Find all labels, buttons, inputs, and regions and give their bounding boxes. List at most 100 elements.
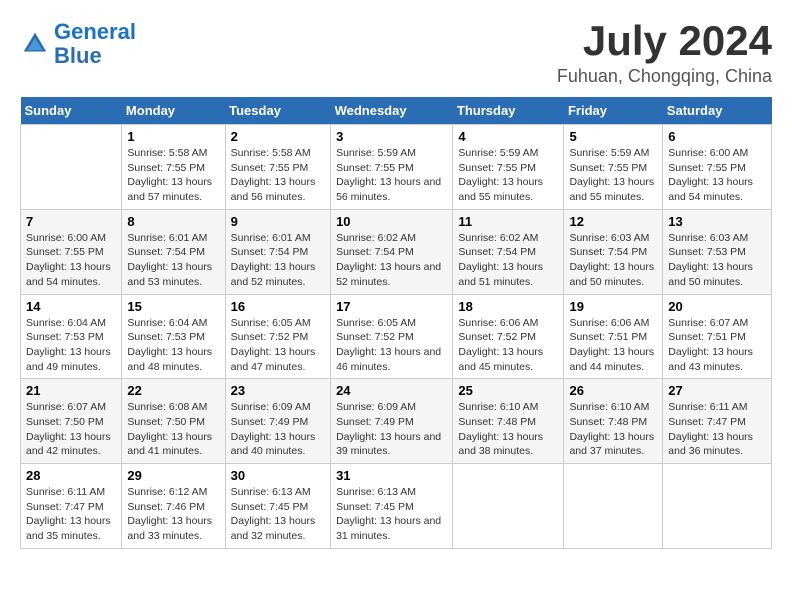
calendar-cell	[21, 125, 122, 210]
calendar-cell: 16 Sunrise: 6:05 AM Sunset: 7:52 PM Dayli…	[225, 294, 330, 379]
calendar-cell: 7 Sunrise: 6:00 AM Sunset: 7:55 PM Daylig…	[21, 209, 122, 294]
day-number: 13	[668, 214, 766, 229]
day-number: 22	[127, 383, 219, 398]
day-info: Sunrise: 6:09 AM Sunset: 7:49 PM Dayligh…	[231, 400, 325, 459]
location: Fuhuan, Chongqing, China	[557, 66, 772, 87]
day-info: Sunrise: 6:11 AM Sunset: 7:47 PM Dayligh…	[668, 400, 766, 459]
calendar-cell: 3 Sunrise: 5:59 AM Sunset: 7:55 PM Daylig…	[331, 125, 453, 210]
day-info: Sunrise: 6:10 AM Sunset: 7:48 PM Dayligh…	[458, 400, 558, 459]
calendar-cell: 13 Sunrise: 6:03 AM Sunset: 7:53 PM Dayli…	[663, 209, 772, 294]
calendar-table: SundayMondayTuesdayWednesdayThursdayFrid…	[20, 97, 772, 549]
week-row-1: 1Sunrise: 5:58 AM Sunset: 7:55 PM Daylig…	[21, 125, 772, 210]
day-number: 26	[569, 383, 657, 398]
day-number: 5	[569, 129, 657, 144]
calendar-cell: 26 Sunrise: 6:10 AM Sunset: 7:48 PM Dayli…	[564, 379, 663, 464]
day-number: 9	[231, 214, 325, 229]
week-row-3: 14 Sunrise: 6:04 AM Sunset: 7:53 PM Dayli…	[21, 294, 772, 379]
day-info: Sunrise: 6:08 AM Sunset: 7:50 PM Dayligh…	[127, 400, 219, 459]
day-number: 12	[569, 214, 657, 229]
calendar-cell: 24 Sunrise: 6:09 AM Sunset: 7:49 PM Dayli…	[331, 379, 453, 464]
calendar-cell: 12 Sunrise: 6:03 AM Sunset: 7:54 PM Dayli…	[564, 209, 663, 294]
day-number: 2	[231, 129, 325, 144]
day-number: 14	[26, 299, 116, 314]
calendar-cell	[663, 464, 772, 549]
day-info: Sunrise: 6:07 AM Sunset: 7:51 PM Dayligh…	[668, 316, 766, 375]
day-info: Sunrise: 6:00 AM Sunset: 7:55 PM Dayligh…	[668, 146, 766, 205]
day-number: 7	[26, 214, 116, 229]
calendar-cell: 21 Sunrise: 6:07 AM Sunset: 7:50 PM Dayli…	[21, 379, 122, 464]
day-number: 17	[336, 299, 447, 314]
header-friday: Friday	[564, 97, 663, 125]
day-info: Sunrise: 6:01 AM Sunset: 7:54 PM Dayligh…	[231, 231, 325, 290]
header-monday: Monday	[122, 97, 225, 125]
calendar-cell: 30Sunrise: 6:13 AM Sunset: 7:45 PM Dayli…	[225, 464, 330, 549]
day-number: 21	[26, 383, 116, 398]
calendar-cell: 11 Sunrise: 6:02 AM Sunset: 7:54 PM Dayli…	[453, 209, 564, 294]
day-number: 20	[668, 299, 766, 314]
day-info: Sunrise: 6:04 AM Sunset: 7:53 PM Dayligh…	[127, 316, 219, 375]
day-info: Sunrise: 6:01 AM Sunset: 7:54 PM Dayligh…	[127, 231, 219, 290]
day-info: Sunrise: 6:07 AM Sunset: 7:50 PM Dayligh…	[26, 400, 116, 459]
day-info: Sunrise: 6:06 AM Sunset: 7:52 PM Dayligh…	[458, 316, 558, 375]
calendar-cell: 20 Sunrise: 6:07 AM Sunset: 7:51 PM Dayli…	[663, 294, 772, 379]
day-info: Sunrise: 6:02 AM Sunset: 7:54 PM Dayligh…	[458, 231, 558, 290]
day-number: 18	[458, 299, 558, 314]
day-number: 4	[458, 129, 558, 144]
day-number: 28	[26, 468, 116, 483]
calendar-cell: 19Sunrise: 6:06 AM Sunset: 7:51 PM Dayli…	[564, 294, 663, 379]
calendar-cell: 4Sunrise: 5:59 AM Sunset: 7:55 PM Daylig…	[453, 125, 564, 210]
day-info: Sunrise: 5:58 AM Sunset: 7:55 PM Dayligh…	[231, 146, 325, 205]
day-number: 15	[127, 299, 219, 314]
day-info: Sunrise: 6:06 AM Sunset: 7:51 PM Dayligh…	[569, 316, 657, 375]
day-number: 3	[336, 129, 447, 144]
calendar-cell: 1Sunrise: 5:58 AM Sunset: 7:55 PM Daylig…	[122, 125, 225, 210]
day-info: Sunrise: 6:04 AM Sunset: 7:53 PM Dayligh…	[26, 316, 116, 375]
logo: General Blue	[20, 20, 136, 68]
day-info: Sunrise: 6:09 AM Sunset: 7:49 PM Dayligh…	[336, 400, 447, 459]
logo-icon	[20, 29, 50, 59]
calendar-cell: 31Sunrise: 6:13 AM Sunset: 7:45 PM Dayli…	[331, 464, 453, 549]
day-info: Sunrise: 6:10 AM Sunset: 7:48 PM Dayligh…	[569, 400, 657, 459]
calendar-cell: 28 Sunrise: 6:11 AM Sunset: 7:47 PM Dayli…	[21, 464, 122, 549]
day-info: Sunrise: 5:59 AM Sunset: 7:55 PM Dayligh…	[336, 146, 447, 205]
calendar-cell: 17 Sunrise: 6:05 AM Sunset: 7:52 PM Dayli…	[331, 294, 453, 379]
logo-text: General Blue	[54, 20, 136, 68]
header-tuesday: Tuesday	[225, 97, 330, 125]
day-info: Sunrise: 6:13 AM Sunset: 7:45 PM Dayligh…	[336, 485, 447, 544]
day-number: 10	[336, 214, 447, 229]
day-number: 30	[231, 468, 325, 483]
day-info: Sunrise: 6:03 AM Sunset: 7:54 PM Dayligh…	[569, 231, 657, 290]
calendar-cell: 29 Sunrise: 6:12 AM Sunset: 7:46 PM Dayli…	[122, 464, 225, 549]
day-info: Sunrise: 6:03 AM Sunset: 7:53 PM Dayligh…	[668, 231, 766, 290]
calendar-cell: 18 Sunrise: 6:06 AM Sunset: 7:52 PM Dayli…	[453, 294, 564, 379]
day-number: 25	[458, 383, 558, 398]
calendar-cell: 6 Sunrise: 6:00 AM Sunset: 7:55 PM Daylig…	[663, 125, 772, 210]
week-row-2: 7 Sunrise: 6:00 AM Sunset: 7:55 PM Daylig…	[21, 209, 772, 294]
day-info: Sunrise: 6:11 AM Sunset: 7:47 PM Dayligh…	[26, 485, 116, 544]
page-header: General Blue July 2024 Fuhuan, Chongqing…	[20, 20, 772, 87]
logo-line2: Blue	[54, 43, 102, 68]
calendar-cell: 8 Sunrise: 6:01 AM Sunset: 7:54 PM Daylig…	[122, 209, 225, 294]
header-thursday: Thursday	[453, 97, 564, 125]
title-area: July 2024 Fuhuan, Chongqing, China	[557, 20, 772, 87]
day-number: 29	[127, 468, 219, 483]
day-number: 16	[231, 299, 325, 314]
calendar-cell: 2 Sunrise: 5:58 AM Sunset: 7:55 PM Daylig…	[225, 125, 330, 210]
day-number: 11	[458, 214, 558, 229]
calendar-cell	[564, 464, 663, 549]
day-info: Sunrise: 6:02 AM Sunset: 7:54 PM Dayligh…	[336, 231, 447, 290]
calendar-cell: 23Sunrise: 6:09 AM Sunset: 7:49 PM Dayli…	[225, 379, 330, 464]
header-saturday: Saturday	[663, 97, 772, 125]
day-info: Sunrise: 6:05 AM Sunset: 7:52 PM Dayligh…	[231, 316, 325, 375]
day-info: Sunrise: 6:05 AM Sunset: 7:52 PM Dayligh…	[336, 316, 447, 375]
week-row-5: 28 Sunrise: 6:11 AM Sunset: 7:47 PM Dayli…	[21, 464, 772, 549]
day-number: 8	[127, 214, 219, 229]
day-info: Sunrise: 6:12 AM Sunset: 7:46 PM Dayligh…	[127, 485, 219, 544]
calendar-cell: 5Sunrise: 5:59 AM Sunset: 7:55 PM Daylig…	[564, 125, 663, 210]
day-number: 6	[668, 129, 766, 144]
day-number: 27	[668, 383, 766, 398]
calendar-cell: 25 Sunrise: 6:10 AM Sunset: 7:48 PM Dayli…	[453, 379, 564, 464]
month-title: July 2024	[557, 20, 772, 62]
day-number: 24	[336, 383, 447, 398]
day-info: Sunrise: 6:00 AM Sunset: 7:55 PM Dayligh…	[26, 231, 116, 290]
